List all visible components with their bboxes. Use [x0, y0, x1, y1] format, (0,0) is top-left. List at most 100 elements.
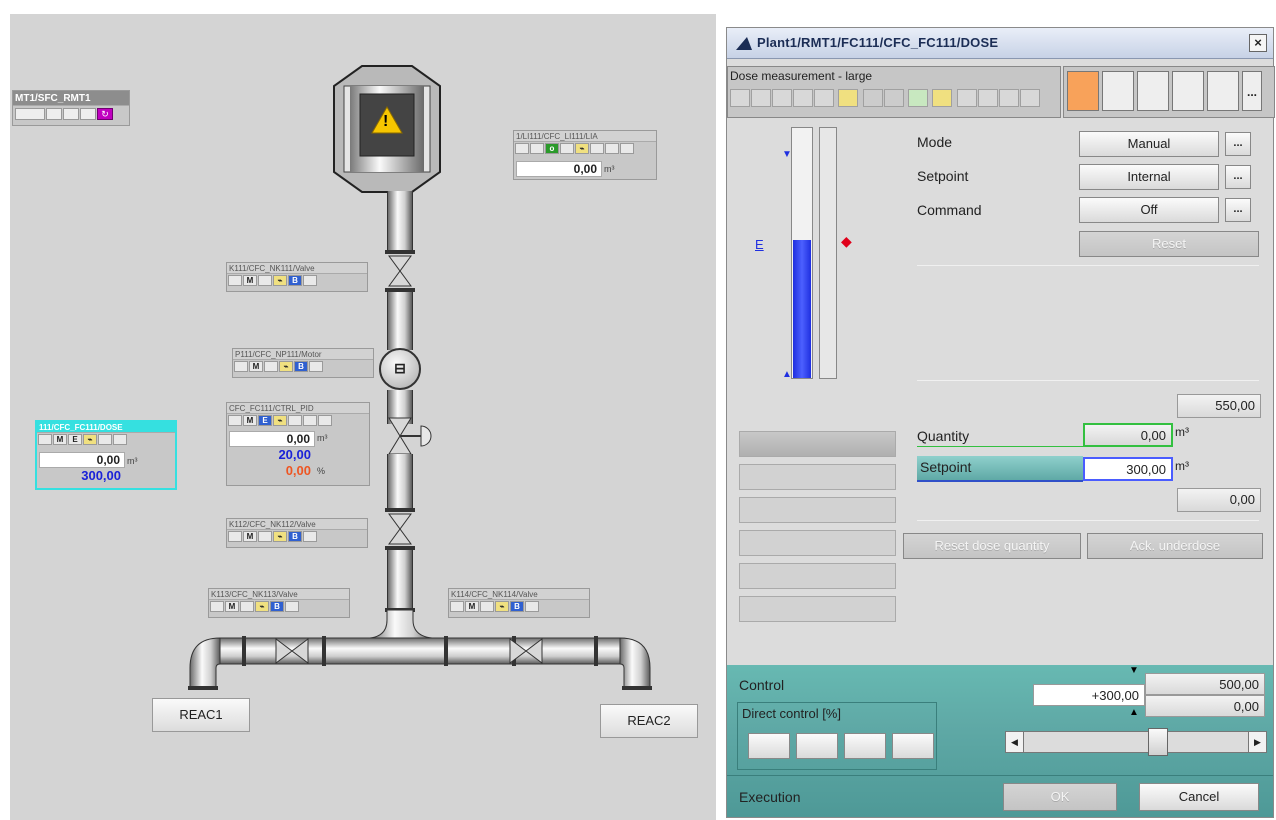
setpoint-source-label: Setpoint [917, 168, 969, 184]
command-label: Command [917, 202, 982, 218]
command-more-button[interactable]: ... [1225, 198, 1251, 222]
mode-button[interactable]: Manual [1079, 131, 1219, 157]
more-views-icon[interactable]: ... [1242, 71, 1262, 111]
status-box [739, 530, 896, 556]
home-view-icon[interactable] [1067, 71, 1099, 111]
pipe [387, 454, 413, 510]
pid-pv-unit: m³ [317, 433, 328, 443]
ok-button[interactable]: OK [1003, 783, 1117, 811]
control-low-limit: 0,00 [1145, 695, 1265, 717]
status-box [739, 464, 896, 490]
direct-control-button-4[interactable] [892, 733, 934, 759]
direct-control-button-3[interactable] [844, 733, 886, 759]
pump-glyph: ⊟ [394, 360, 406, 376]
b-icon: B [288, 531, 302, 542]
reac1-button[interactable]: REAC1 [152, 698, 250, 732]
hand-icon [932, 89, 953, 107]
tank[interactable]: ! [330, 64, 444, 194]
ok-check-icon [908, 89, 929, 107]
setpoint-input[interactable]: 300,00 [1083, 457, 1173, 481]
bargraph-fill [793, 240, 811, 378]
high-marker-icon: ▼ [1129, 665, 1139, 676]
cancel-button[interactable]: Cancel [1139, 783, 1259, 811]
valve-k111-symbol[interactable] [387, 254, 413, 288]
bargraph-scale [819, 127, 837, 379]
valve-k111-block[interactable]: K111/CFC_NK111/Valve M ⌁ B [226, 262, 368, 292]
status-box [739, 431, 896, 457]
setpoint-source-button[interactable]: Internal [1079, 164, 1219, 190]
warning-icon: ! [371, 105, 403, 134]
status-box [739, 563, 896, 589]
command-button[interactable]: Off [1079, 197, 1219, 223]
faceplate-titlebar[interactable]: Plant1/RMT1/FC111/CFC_FC111/DOSE × [727, 28, 1273, 59]
sfc-block-title: MT1/SFC_RMT1 [13, 91, 129, 106]
reac2-button[interactable]: REAC2 [600, 704, 698, 738]
valve-k114-block[interactable]: K114/CFC_NK114/Valve M ⌁ B [448, 588, 590, 618]
control-slider[interactable]: ◀ ▶ [1005, 728, 1267, 756]
valve-k112-title: K112/CFC_NK112/Valve [227, 519, 367, 530]
dose-title: 111/CFC_FC111/DOSE [37, 422, 175, 433]
limit-view-icon[interactable] [1137, 71, 1169, 111]
quantity-underline [917, 446, 1083, 447]
tank-level-block[interactable]: 1/LI111/CFC_LI111/LIA o ⌁ 0,00 m³ [513, 130, 657, 180]
dose-high-value: 550,00 [1177, 394, 1261, 418]
ack-underdose-button[interactable]: Ack. underdose [1087, 533, 1263, 559]
slider-thumb[interactable] [1148, 728, 1168, 756]
reset-button[interactable]: Reset [1079, 231, 1259, 257]
pipe-manifold [188, 610, 652, 690]
tank-level-unit: m³ [604, 164, 615, 174]
separator [727, 775, 1273, 776]
slider-right-arrow-icon[interactable]: ▶ [1248, 732, 1266, 752]
manual-mode-icon: M [243, 531, 257, 542]
dose-value: 0,00 [39, 452, 125, 468]
reset-dose-quantity-button[interactable]: Reset dose quantity [903, 533, 1081, 559]
direct-control-button-2[interactable] [796, 733, 838, 759]
direct-control-button-1[interactable] [748, 733, 790, 759]
manual-mode-icon: M [243, 275, 257, 286]
motor-np111-title: P111/CFC_NP111/Motor [233, 349, 373, 360]
control-valve-symbol[interactable] [387, 416, 441, 456]
high-limit-marker-icon: ▼ [782, 149, 792, 160]
pipe [387, 191, 413, 253]
pid-out-value: 0,00 [285, 463, 311, 478]
plant-overview: MT1/SFC_RMT1 ↻ ! 1/LI111/CFC_LI111/LIA o… [10, 14, 716, 820]
slider-left-arrow-icon[interactable]: ◀ [1006, 732, 1024, 752]
valve-k112-block[interactable]: K112/CFC_NK112/Valve M ⌁ B [226, 518, 368, 548]
separator [917, 520, 1259, 521]
tank-level-title: 1/LI111/CFC_LI111/LIA [514, 131, 656, 142]
message-view-icon[interactable] [1102, 71, 1134, 111]
control-label: Control [739, 677, 785, 693]
close-icon[interactable]: × [1249, 34, 1267, 52]
batch-view-icon[interactable] [1207, 71, 1239, 111]
mode-label: Mode [917, 134, 953, 150]
view-header: Dose measurement - large [727, 66, 1061, 118]
valve-k111-title: K111/CFC_NK111/Valve [227, 263, 367, 274]
direct-control-label: Direct control [%] [742, 706, 841, 721]
pipe [387, 550, 413, 610]
faceplate-window: Plant1/RMT1/FC111/CFC_FC111/DOSE × Dose … [726, 27, 1275, 818]
low-marker-icon: ▲ [1129, 707, 1139, 718]
pump-motor-symbol[interactable]: ⊟ [379, 348, 421, 390]
trend-view-icon[interactable] [1172, 71, 1204, 111]
pid-pv-value: 0,00 [229, 431, 315, 447]
control-value-input[interactable]: +300,00 [1033, 684, 1145, 706]
b-icon: B [288, 275, 302, 286]
pipe [387, 292, 413, 350]
dose-low-value: 0,00 [1177, 488, 1261, 512]
sfc-block[interactable]: MT1/SFC_RMT1 ↻ [12, 90, 130, 126]
bargraph-marker-label: E [755, 237, 764, 252]
status-box [739, 596, 896, 622]
separator [917, 380, 1259, 381]
pid-controller-block[interactable]: CFC_FC111/CTRL_PID M E ⌁ 0,00 m³ 20,00 0,0… [226, 402, 370, 486]
manual-mode-icon: M [249, 361, 263, 372]
dose-block[interactable]: 111/CFC_FC111/DOSE M E ⌁ 0,00 m³ 300,00 [35, 420, 177, 490]
lock-icon [838, 89, 859, 107]
motor-np111-block[interactable]: P111/CFC_NP111/Motor M ⌁ B [232, 348, 374, 378]
b-icon: B [294, 361, 308, 372]
valve-k113-block[interactable]: K113/CFC_NK113/Valve M ⌁ B [208, 588, 350, 618]
valve-k112-symbol[interactable] [387, 512, 413, 546]
b-icon: B [510, 601, 524, 612]
mode-more-button[interactable]: ... [1225, 132, 1251, 156]
setpoint-source-more-button[interactable]: ... [1225, 165, 1251, 189]
quantity-label: Quantity [917, 428, 970, 444]
